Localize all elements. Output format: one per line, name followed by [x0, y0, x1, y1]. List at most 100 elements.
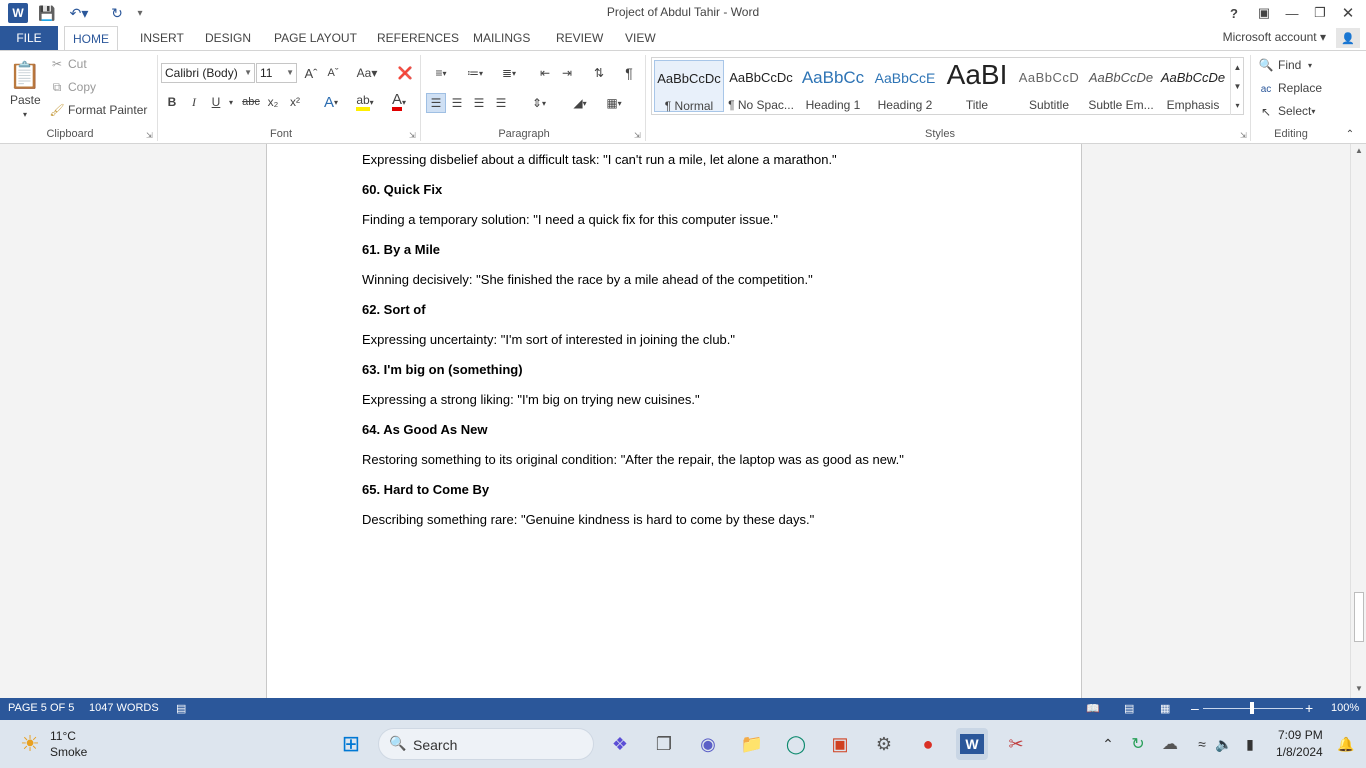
text-effects-icon[interactable]: A ▾ [316, 93, 346, 111]
style-heading-2[interactable]: AaBbCcE Heading 2 [870, 60, 940, 112]
font-size-combo[interactable]: 11 ▼ [256, 63, 297, 83]
gallery-more-icon[interactable]: ▾ [1230, 96, 1244, 115]
print-layout-icon[interactable]: ▤ [1124, 702, 1134, 715]
scroll-down-icon[interactable]: ▼ [1351, 682, 1366, 696]
help-button[interactable]: ? [1220, 3, 1248, 23]
tab-references[interactable]: REFERENCES [369, 26, 467, 50]
weather-description[interactable]: Smoke [50, 745, 87, 759]
show-hidden-icons-icon[interactable]: ⌃ [1092, 728, 1124, 760]
strikethrough-button[interactable]: abc [240, 93, 262, 111]
word-taskbar-icon[interactable]: W [956, 728, 988, 760]
line-spacing-icon[interactable]: ⇕ ▾ [524, 93, 554, 113]
restore-icon[interactable]: ❐ [1306, 3, 1334, 23]
decrease-indent-icon[interactable]: ⇤ [536, 64, 554, 82]
chrome-icon[interactable]: ● [912, 728, 944, 760]
clipboard-dialog-launcher-icon[interactable]: ⇲ [146, 131, 153, 140]
body-paragraph[interactable]: Winning decisively: "She finished the ra… [362, 272, 813, 287]
gallery-scroll-down-icon[interactable]: ▼ [1230, 77, 1244, 96]
style-emphasis[interactable]: AaBbCcDe Emphasis [1158, 60, 1228, 112]
style-title[interactable]: AaBI Title [942, 60, 1012, 112]
shrink-font-icon[interactable]: Aˇ [324, 64, 342, 82]
change-case-icon[interactable]: Aa▾ [352, 64, 382, 82]
subscript-button[interactable]: x₂ [264, 93, 282, 111]
scroll-thumb[interactable] [1354, 592, 1364, 642]
style-subtitle[interactable]: AaBbCcD Subtitle [1014, 60, 1084, 112]
tab-view[interactable]: VIEW [617, 26, 664, 50]
word-count[interactable]: 1047 WORDS [89, 702, 159, 714]
zoom-in-icon[interactable]: + [1305, 700, 1313, 716]
style-heading-1[interactable]: AaBbCc Heading 1 [798, 60, 868, 112]
heading-paragraph[interactable]: 64. As Good As New [362, 422, 487, 437]
notifications-icon[interactable]: 🔔 [1330, 728, 1362, 760]
ribbon-display-options-icon[interactable]: ▣ [1250, 3, 1278, 23]
taskbar-search[interactable]: 🔍 Search [378, 728, 594, 760]
battery-icon[interactable]: ▮ [1234, 728, 1266, 760]
body-paragraph[interactable]: Describing something rare: "Genuine kind… [362, 512, 814, 527]
document-page[interactable]: Expressing disbelief about a difficult t… [266, 144, 1082, 698]
multilevel-list-icon[interactable]: ≣ ▾ [494, 64, 524, 82]
tab-home[interactable]: HOME [64, 26, 118, 51]
font-name-combo[interactable]: Calibri (Body) ▼ [161, 63, 255, 83]
underline-dropdown-icon[interactable]: ▾ [226, 93, 236, 111]
italic-button[interactable]: I [186, 93, 202, 111]
proofing-icon[interactable]: ▤ [176, 702, 186, 715]
tab-design[interactable]: DESIGN [197, 26, 259, 50]
numbering-icon[interactable]: ≔ ▾ [460, 64, 490, 82]
tab-mailings[interactable]: MAILINGS [465, 26, 538, 50]
heading-paragraph[interactable]: 65. Hard to Come By [362, 482, 489, 497]
paste-icon[interactable]: 📋 [9, 57, 41, 93]
style-no-spacing[interactable]: AaBbCcDc ¶ No Spac... [726, 60, 796, 112]
web-layout-icon[interactable]: ▦ [1160, 702, 1170, 715]
collapse-ribbon-icon[interactable]: ⌃ [1342, 127, 1358, 141]
settings-icon[interactable]: ⚙ [868, 728, 900, 760]
increase-indent-icon[interactable]: ⇥ [558, 64, 576, 82]
weather-icon[interactable]: ☀ [14, 728, 46, 760]
grow-font-icon[interactable]: Aˆ [302, 64, 320, 82]
select-button[interactable]: Select ▾ [1278, 104, 1315, 118]
borders-icon[interactable]: ▦ ▾ [598, 93, 630, 113]
cut-button[interactable]: Cut [68, 57, 87, 71]
file-explorer-icon[interactable]: 📁 [736, 728, 768, 760]
account-menu[interactable]: Microsoft account ▾ [1223, 30, 1326, 44]
paste-button[interactable]: Paste [10, 93, 41, 107]
gallery-scroll-up-icon[interactable]: ▲ [1230, 58, 1244, 77]
find-button[interactable]: Find ▾ [1278, 58, 1312, 72]
snipping-tool-icon[interactable]: ✂ [1000, 728, 1032, 760]
tab-insert[interactable]: INSERT [132, 26, 192, 50]
clear-formatting-icon[interactable]: ❌ [396, 64, 414, 82]
highlight-color-icon[interactable]: ab ▾ [350, 93, 380, 111]
store-icon[interactable]: ▣ [824, 728, 856, 760]
align-center-icon[interactable]: ☰ [448, 93, 466, 113]
minimize-icon[interactable]: — [1278, 3, 1306, 23]
bold-button[interactable]: B [164, 93, 180, 111]
close-icon[interactable]: ✕ [1334, 3, 1362, 23]
show-formatting-marks-icon[interactable]: ¶ [620, 64, 638, 82]
zoom-out-icon[interactable]: – [1191, 700, 1199, 716]
copy-button[interactable]: Copy [68, 80, 96, 94]
weather-temperature[interactable]: 11°C [50, 729, 76, 743]
body-paragraph[interactable]: Expressing a strong liking: "I'm big on … [362, 392, 700, 407]
sort-icon[interactable]: ⇅ [590, 64, 608, 82]
bullets-icon[interactable]: ≡ ▾ [426, 64, 456, 82]
superscript-button[interactable]: x² [286, 93, 304, 111]
body-paragraph[interactable]: Expressing uncertainty: "I'm sort of int… [362, 332, 735, 347]
zoom-slider-thumb[interactable] [1250, 702, 1254, 714]
format-painter-button[interactable]: Format Painter [68, 103, 147, 117]
styles-dialog-launcher-icon[interactable]: ⇲ [1240, 131, 1247, 140]
edge-icon[interactable]: ◯ [780, 728, 812, 760]
tab-review[interactable]: REVIEW [548, 26, 611, 50]
tab-page-layout[interactable]: PAGE LAYOUT [266, 26, 365, 50]
paste-dropdown-icon[interactable]: ▾ [20, 109, 30, 119]
tab-file[interactable]: FILE [0, 26, 58, 50]
vertical-scrollbar[interactable]: ▲ ▼ [1350, 144, 1366, 698]
zoom-level[interactable]: 100% [1331, 702, 1359, 714]
sync-icon[interactable]: ↻ [1122, 728, 1154, 760]
underline-button[interactable]: U [208, 93, 224, 111]
align-right-icon[interactable]: ☰ [470, 93, 488, 113]
heading-paragraph[interactable]: 60. Quick Fix [362, 182, 442, 197]
replace-button[interactable]: Replace [1278, 81, 1322, 95]
copilot-icon[interactable]: ❖ [604, 728, 636, 760]
page-count[interactable]: PAGE 5 OF 5 [8, 702, 74, 714]
style-subtle-emphasis[interactable]: AaBbCcDe Subtle Em... [1086, 60, 1156, 112]
justify-icon[interactable]: ☰ [492, 93, 510, 113]
